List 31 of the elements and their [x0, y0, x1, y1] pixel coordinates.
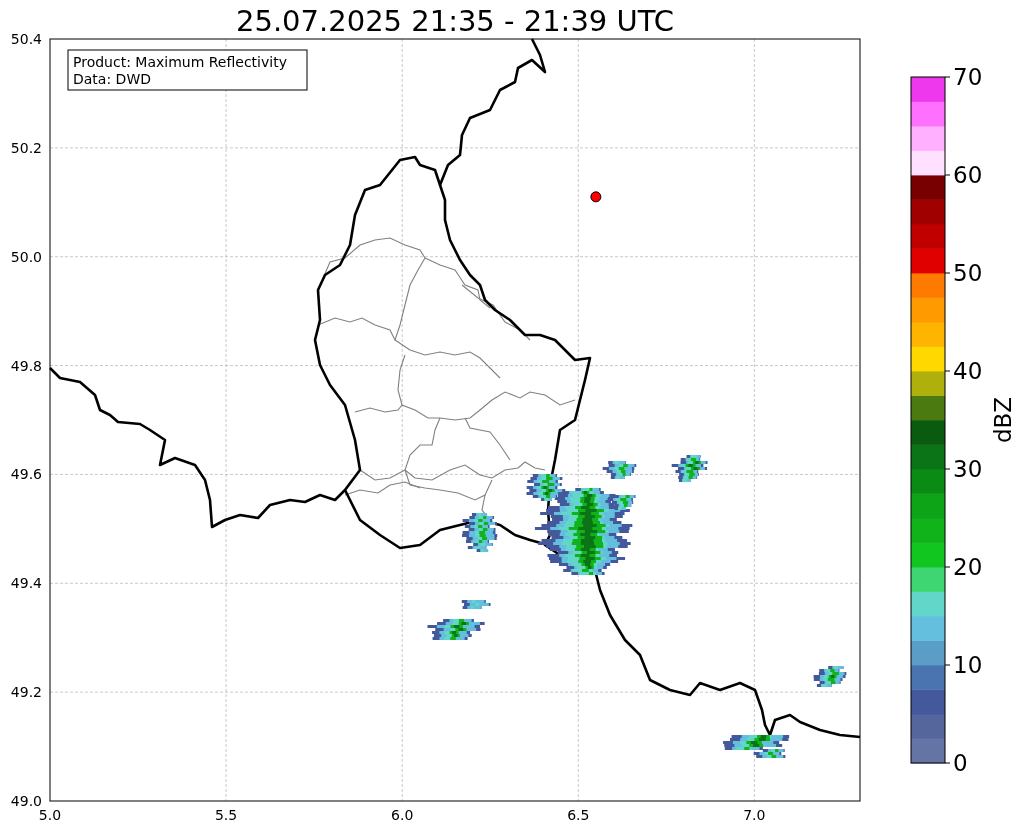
info-text: Data: DWD	[73, 71, 151, 87]
radar-echo	[813, 666, 847, 687]
chart-title: 25.07.2025 21:35 - 21:39 UTC	[236, 4, 674, 38]
y-tick-label: 50.2	[10, 139, 42, 156]
radar-echo	[671, 455, 708, 482]
x-tick-label: 5.5	[214, 807, 238, 823]
colorbar-tick-label: 20	[953, 554, 983, 580]
y-tick-label: 49.0	[10, 793, 42, 809]
radar-echo	[461, 600, 491, 609]
y-tick-label: 49.6	[10, 466, 42, 483]
colorbar-tick-label: 10	[953, 652, 983, 678]
radar-echo	[427, 619, 485, 640]
radar-echo	[462, 513, 498, 552]
colorbar-tick-label: 50	[953, 260, 983, 286]
y-tick-label: 50.4	[10, 31, 42, 47]
x-tick-label: 6.5	[567, 807, 590, 823]
colorbar-tick-label: 40	[953, 358, 983, 384]
y-tick-label: 49.8	[10, 357, 42, 374]
x-tick-label: 5.0	[38, 807, 62, 823]
y-tick-label: 50.0	[10, 248, 42, 265]
colorbar-tick-label: 0	[953, 750, 968, 776]
y-tick-label: 49.2	[10, 684, 42, 701]
colorbar-tick-label: 70	[953, 64, 983, 90]
info-text: Product: Maximum Reflectivity	[73, 54, 287, 70]
x-tick-label: 6.0	[391, 807, 414, 823]
x-tick-label: 7.0	[743, 807, 766, 823]
colorbar-tick-label: 60	[953, 162, 983, 188]
radar-echo	[602, 461, 637, 479]
y-tick-label: 49.4	[10, 575, 42, 592]
colorbar-tick-label: 30	[953, 456, 983, 482]
colorbar-label: dBZ	[990, 396, 1016, 444]
